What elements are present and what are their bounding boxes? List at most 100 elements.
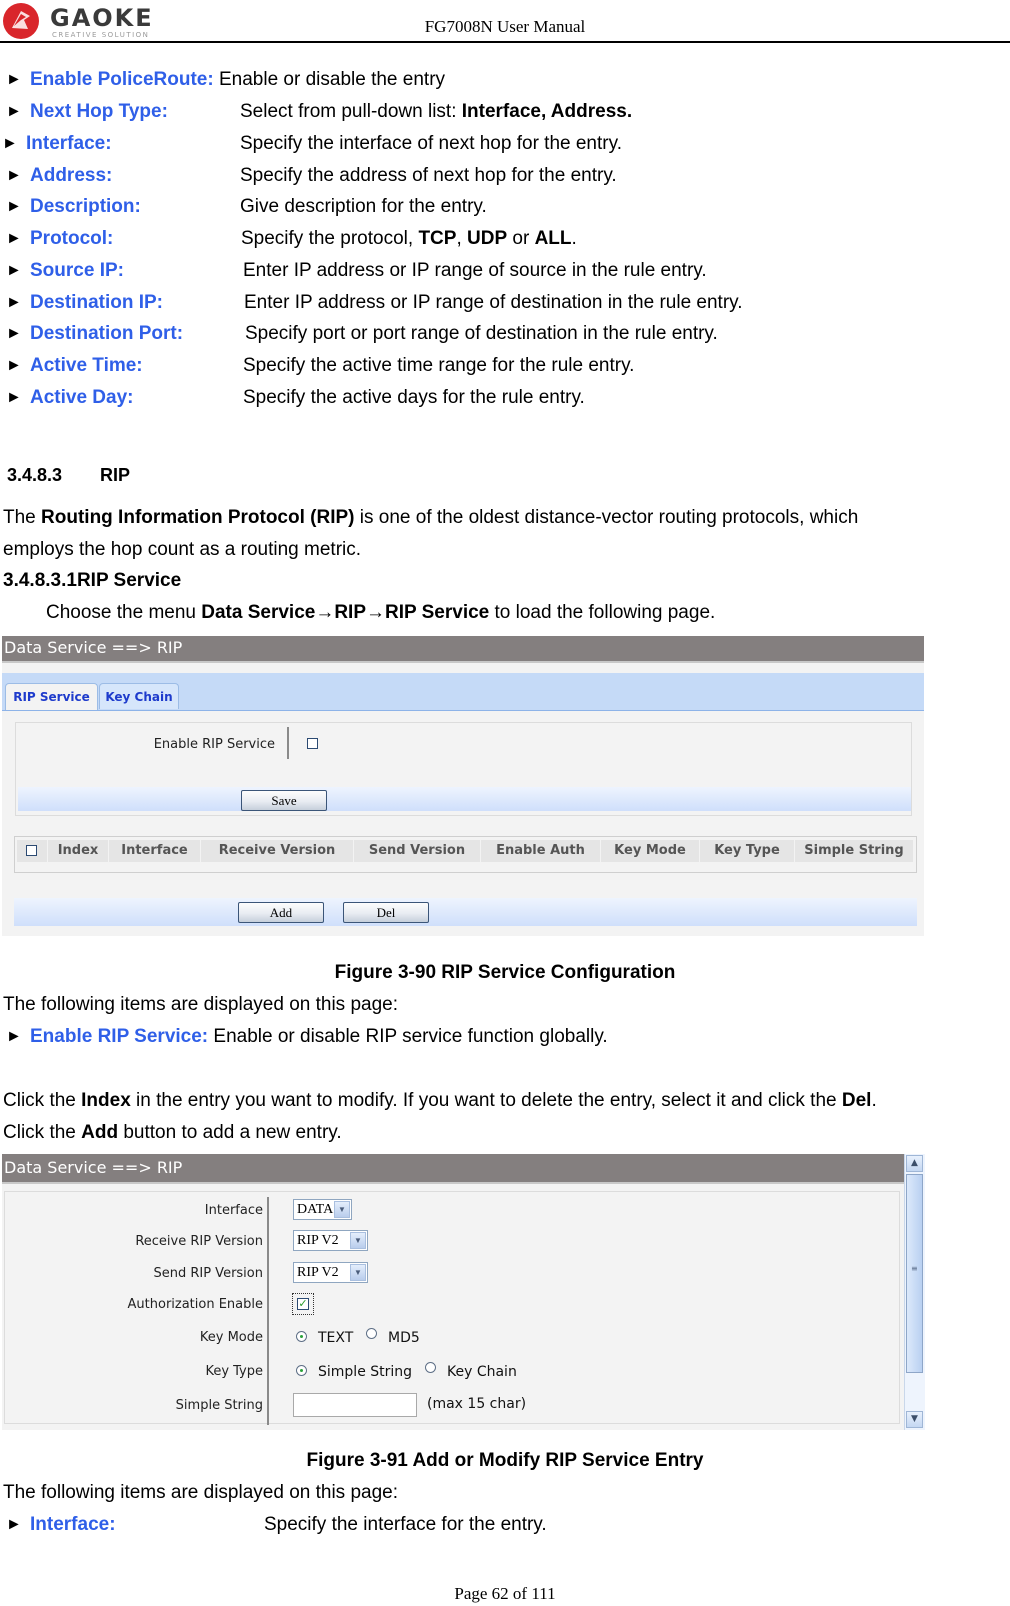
menu-instruction: Choose the menu Data Service→RIP→RIP Ser…: [46, 602, 716, 623]
figure-90-caption: Figure 3-90 RIP Service Configuration: [334, 962, 676, 983]
section-title: RIP: [100, 465, 131, 485]
fig90-titlebar: Data Service ==> RIP: [2, 636, 924, 663]
def-active-day: ► Active Day: Specify the active days for…: [6, 386, 906, 410]
def-term: Destination Port:: [30, 323, 184, 344]
def-desc: Enter IP address or IP range of destinat…: [244, 292, 743, 313]
fig90-settings-panel: Enable RIP Service Save: [15, 722, 912, 816]
bullet-arrow-icon: ►: [6, 1516, 22, 1533]
key-type-simple-string-radio[interactable]: [296, 1365, 307, 1376]
def-term: Destination IP:: [30, 292, 164, 313]
def-term: Next Hop Type:: [30, 101, 168, 122]
bullet-arrow-icon: ►: [6, 198, 22, 215]
def-desc: Specify the protocol, TCP, UDP or ALL.: [241, 228, 577, 249]
authorization-enable-checkbox[interactable]: ✓: [297, 1298, 309, 1310]
chevron-down-icon: ▼: [334, 1201, 350, 1218]
scroll-up-icon[interactable]: ▲: [906, 1155, 923, 1172]
enable-rip-service-checkbox[interactable]: [307, 738, 318, 749]
def-desc: Specify the active time range for the ru…: [243, 355, 635, 376]
def-desc: Specify the interface of next hop for th…: [240, 133, 622, 154]
vertical-scrollbar[interactable]: ▲ ≡ ▼: [904, 1154, 925, 1430]
def-term: Enable RIP Service:: [30, 1026, 209, 1047]
def-term: Address:: [30, 165, 113, 186]
fig90-action-bar: [14, 898, 917, 926]
key-mode-md5-label: MD5: [388, 1330, 420, 1346]
col-header-index[interactable]: Index: [48, 840, 108, 862]
def-next-hop-type: ► Next Hop Type: Select from pull-down li…: [6, 100, 906, 124]
key-mode-text-label: TEXT: [318, 1330, 354, 1346]
def-term: Description:: [30, 196, 141, 217]
add-button[interactable]: Add: [238, 902, 324, 923]
def-desc: Select from pull-down list: Interface, A…: [240, 101, 633, 122]
interface-select-value: DATA: [297, 1202, 334, 1217]
bullet-arrow-icon: ►: [6, 230, 22, 247]
select-all-checkbox[interactable]: [26, 845, 37, 856]
key-mode-md5-radio[interactable]: [366, 1328, 377, 1339]
subsection-heading: 3.4.8.3.1RIP Service: [3, 569, 181, 593]
key-type-label: Key Type: [205, 1364, 263, 1379]
receive-rip-version-value: RIP V2: [297, 1233, 339, 1248]
col-header-send-version: Send Version: [354, 840, 480, 862]
interface-label: Interface: [204, 1203, 263, 1218]
bullet-arrow-icon: ►: [6, 71, 22, 88]
field-separator: [267, 1197, 269, 1425]
fig90-screenshot: Data Service ==> RIP RIP Service Key Cha…: [2, 636, 924, 936]
receive-rip-version-select[interactable]: RIP V2 ▼: [293, 1230, 368, 1251]
chevron-down-icon: ▼: [350, 1232, 366, 1249]
col-header-key-type: Key Type: [700, 840, 794, 862]
bullet-arrow-icon: ►: [6, 1028, 22, 1045]
col-header-enable-auth: Enable Auth: [481, 840, 600, 862]
def-desc: Specify port or port range of destinatio…: [245, 323, 718, 344]
def-desc: Specify the interface for the entry.: [264, 1514, 547, 1535]
def-desc: Specify the address of next hop for the …: [240, 165, 617, 186]
tab-key-chain[interactable]: Key Chain: [99, 683, 179, 709]
def-interface-fig91: ► Interface: Specify the interface for th…: [6, 1513, 906, 1537]
authorization-enable-label: Authorization Enable: [127, 1297, 263, 1312]
scroll-down-icon[interactable]: ▼: [906, 1411, 923, 1428]
def-enable-policeroute: ► Enable PoliceRoute: Enable or disable t…: [6, 68, 445, 92]
header-rule: [0, 41, 1010, 43]
def-desc: Give description for the entry.: [240, 196, 487, 217]
def-term: Active Time:: [30, 355, 143, 376]
def-interface: ► Interface: Specify the interface of nex…: [2, 132, 902, 156]
figure-91-caption: Figure 3-91 Add or Modify RIP Service En…: [306, 1450, 704, 1471]
intro-paragraph-line2: employs the hop count as a routing metri…: [3, 539, 362, 560]
col-header-interface: Interface: [109, 840, 200, 862]
fig90-save-bar: [18, 787, 911, 811]
bullet-arrow-icon: ►: [6, 262, 22, 279]
def-protocol: ► Protocol: Specify the protocol, TCP, UD…: [6, 227, 906, 251]
send-rip-version-value: RIP V2: [297, 1265, 339, 1280]
send-rip-version-select[interactable]: RIP V2 ▼: [293, 1262, 368, 1283]
simple-string-input[interactable]: [293, 1393, 417, 1417]
tab-rip-service[interactable]: RIP Service: [5, 683, 98, 710]
items-intro-2: The following items are displayed on thi…: [3, 1482, 399, 1503]
simple-string-hint: (max 15 char): [427, 1396, 527, 1412]
def-term: Interface:: [30, 1514, 116, 1535]
save-button[interactable]: Save: [241, 790, 327, 811]
click-index-instruction: Click the Index in the entry you want to…: [3, 1090, 877, 1111]
def-destination-ip: ► Destination IP: Enter IP address or IP …: [6, 291, 906, 315]
receive-rip-version-label: Receive RIP Version: [135, 1234, 263, 1249]
fig91-form-panel: Interface DATA ▼ Receive RIP Version RIP…: [4, 1191, 900, 1425]
authorization-enable-focus: ✓: [292, 1293, 314, 1315]
scrollbar-thumb[interactable]: ≡: [906, 1174, 923, 1373]
interface-select[interactable]: DATA ▼: [293, 1199, 352, 1220]
chevron-down-icon: ▼: [350, 1264, 366, 1281]
section-heading: 3.4.8.3 RIP: [7, 463, 130, 487]
click-add-instruction: Click the Add button to add a new entry.: [3, 1122, 342, 1143]
key-mode-text-radio[interactable]: [296, 1331, 307, 1342]
def-desc: Enable or disable RIP service function g…: [208, 1026, 608, 1047]
subsection-number: 3.4.8.3.1: [3, 570, 77, 591]
bullet-arrow-icon: ►: [6, 389, 22, 406]
def-desc: Enter IP address or IP range of source i…: [243, 260, 707, 281]
fig91-screenshot: Data Service ==> RIP Interface DATA ▼ Re…: [2, 1154, 925, 1430]
bullet-arrow-icon: ►: [2, 135, 18, 152]
simple-string-label: Simple String: [175, 1398, 263, 1413]
def-destination-port: ► Destination Port: Specify port or port …: [6, 322, 906, 346]
fig90-tabstrip: RIP Service Key Chain: [2, 673, 924, 711]
send-rip-version-label: Send RIP Version: [153, 1266, 263, 1281]
def-term: Enable PoliceRoute:: [30, 69, 214, 90]
field-separator: [287, 727, 289, 759]
bullet-arrow-icon: ►: [6, 357, 22, 374]
del-button[interactable]: Del: [343, 902, 429, 923]
key-type-key-chain-radio[interactable]: [425, 1362, 436, 1373]
